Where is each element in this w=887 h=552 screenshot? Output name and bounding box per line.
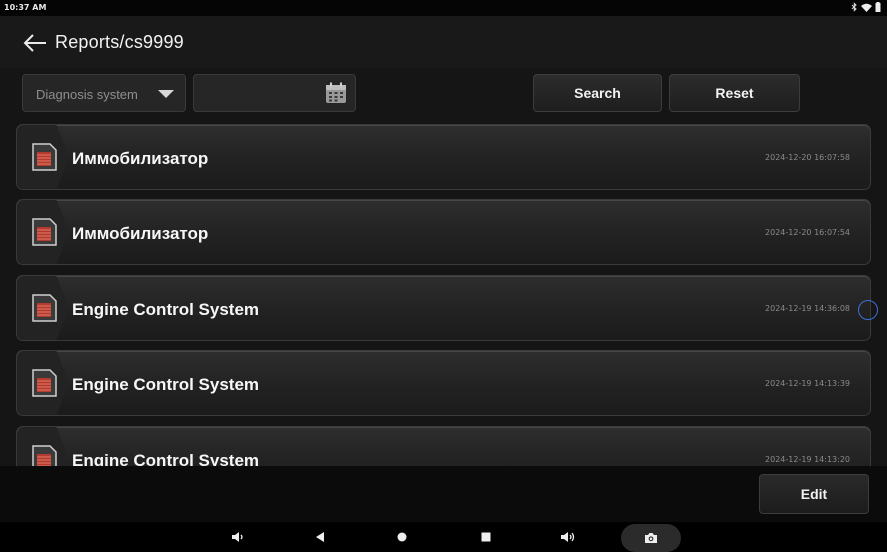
report-document-icon [32, 218, 57, 246]
report-date: 2024-12-19 14:36:08 [765, 304, 850, 313]
status-bar: 10:37 AM [0, 0, 887, 16]
volume-up-button[interactable] [558, 528, 578, 546]
volume-down-button[interactable] [228, 528, 248, 546]
battery-icon [875, 2, 881, 12]
nav-home-button[interactable] [392, 528, 412, 546]
report-row[interactable]: Engine Control System 2024-12-19 14:36:0… [16, 275, 871, 341]
report-name: Engine Control System [72, 451, 260, 466]
status-time: 10:37 AM [4, 3, 47, 12]
report-name: Иммобилизатор [72, 224, 209, 243]
bluetooth-icon [851, 2, 857, 12]
report-document-icon [32, 294, 57, 322]
back-triangle-icon [316, 532, 324, 542]
report-row[interactable]: Иммобилизатор 2024-12-20 16:07:54 [16, 199, 871, 265]
edit-button[interactable]: Edit [759, 474, 869, 514]
report-row[interactable]: Engine Control System 2024-12-19 14:13:2… [16, 426, 871, 466]
report-name: Engine Control System [72, 300, 260, 319]
wifi-icon [861, 3, 872, 12]
screenshot-button[interactable] [621, 524, 681, 552]
back-button[interactable] [22, 32, 48, 54]
date-picker-field[interactable] [193, 74, 356, 112]
report-list[interactable]: Иммобилизатор 2024-12-20 16:07:58 Иммоби… [0, 120, 887, 466]
filter-bar: Diagnosis system Search Reset [0, 68, 887, 120]
diagnosis-system-dropdown[interactable]: Diagnosis system [22, 74, 186, 112]
touch-indicator [858, 300, 878, 320]
nav-recents-button[interactable] [476, 528, 496, 546]
calendar-icon[interactable] [325, 82, 347, 104]
system-nav-bar [0, 522, 887, 552]
dropdown-value: Diagnosis system [36, 87, 138, 102]
home-circle-icon [397, 532, 407, 542]
report-row[interactable]: Engine Control System 2024-12-19 14:13:3… [16, 350, 871, 416]
report-document-icon [32, 445, 57, 466]
report-row[interactable]: Иммобилизатор 2024-12-20 16:07:58 [16, 124, 871, 190]
search-button[interactable]: Search [533, 74, 662, 112]
report-document-icon [32, 369, 57, 397]
app-header: Reports/cs9999 [0, 16, 887, 68]
report-name: Engine Control System [72, 375, 260, 394]
camera-icon [645, 533, 657, 543]
report-date: 2024-12-20 16:07:58 [765, 153, 850, 162]
footer-bar: Edit [0, 466, 887, 522]
report-date: 2024-12-19 14:13:39 [765, 379, 850, 388]
caret-down-icon [158, 90, 174, 98]
reset-button[interactable]: Reset [669, 74, 800, 112]
report-name: Иммобилизатор [72, 149, 209, 168]
recents-square-icon [481, 532, 491, 542]
volume-up-icon [561, 532, 575, 542]
report-date: 2024-12-19 14:13:20 [765, 455, 850, 464]
report-document-icon [32, 143, 57, 171]
system-icons [851, 2, 881, 12]
arrow-left-icon [23, 34, 46, 52]
report-date: 2024-12-20 16:07:54 [765, 228, 850, 237]
nav-back-button[interactable] [310, 528, 330, 546]
volume-down-icon [232, 532, 243, 542]
page-title: Reports/cs9999 [55, 32, 184, 52]
